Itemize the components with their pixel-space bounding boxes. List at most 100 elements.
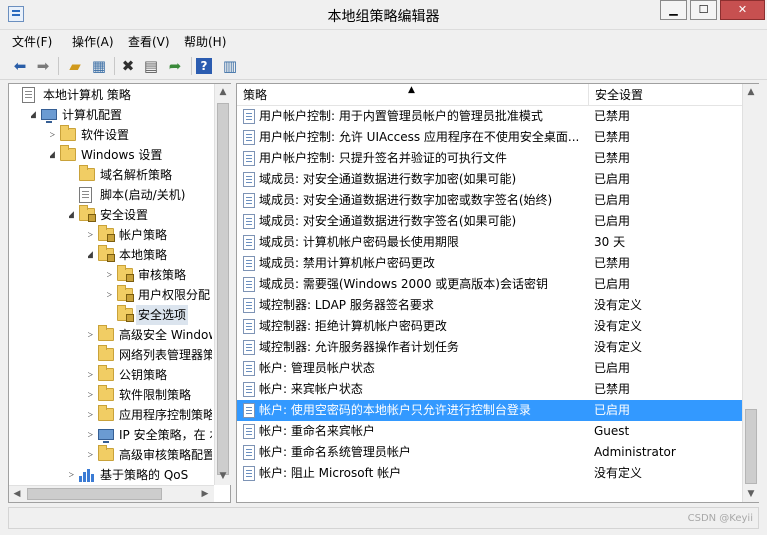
expand-arrow-icon[interactable]: ▷ <box>88 445 96 465</box>
policy-name: 域成员: 对安全通道数据进行数字加密或数字签名(始终) <box>259 193 553 207</box>
close-button[interactable]: ✕ <box>720 0 765 20</box>
policy-row[interactable]: 域控制器: LDAP 服务器签名要求 没有定义 <box>237 295 742 316</box>
expand-arrow-icon[interactable]: ▷ <box>69 465 77 485</box>
scroll-right-icon[interactable]: ▶ <box>197 486 213 502</box>
tree-item[interactable]: 安全选项 <box>107 305 212 325</box>
tree-item[interactable]: ▷ 软件限制策略 <box>88 385 212 405</box>
tree-item[interactable]: ▷ 高级审核策略配置 <box>88 445 212 465</box>
collapse-arrow-icon[interactable]: ◢ <box>50 145 58 165</box>
expand-arrow-icon[interactable]: ▷ <box>88 425 96 445</box>
show-hide-tree-icon[interactable]: ▦ <box>89 56 109 76</box>
policy-name: 帐户: 重命名来宾帐户 <box>259 424 375 438</box>
tree-item[interactable]: ▷ 软件设置 <box>50 125 212 145</box>
policy-row[interactable]: 帐户: 重命名系统管理员帐户 Administrator <box>237 442 742 463</box>
expand-arrow-icon[interactable]: ▷ <box>88 365 96 385</box>
policy-row[interactable]: 域成员: 对安全通道数据进行数字加密(如果可能) 已启用 <box>237 169 742 190</box>
policy-setting: 已禁用 <box>594 109 631 123</box>
tree-item[interactable]: 网络列表管理器策略 <box>88 345 212 365</box>
policy-row[interactable]: 域成员: 禁用计算机帐户密码更改 已禁用 <box>237 253 742 274</box>
policy-row[interactable]: 域控制器: 允许服务器操作者计划任务 没有定义 <box>237 337 742 358</box>
forward-icon[interactable]: ➡ <box>33 56 53 76</box>
policy-name: 域成员: 计算机帐户密码最长使用期限 <box>259 235 459 249</box>
tree-item[interactable]: ▷ 公钥策略 <box>88 365 212 385</box>
tree-item[interactable]: ◢ Windows 设置 <box>50 145 212 165</box>
tree-item[interactable]: ◢ 本地策略 <box>88 245 212 265</box>
scroll-left-icon[interactable]: ◀ <box>9 486 25 502</box>
view-icon[interactable]: ▥ <box>220 56 240 76</box>
tree-item[interactable]: ▷ 帐户策略 <box>88 225 212 245</box>
collapse-arrow-icon[interactable]: ◢ <box>69 205 77 225</box>
tree-item[interactable]: ▷ 高级安全 Windows <box>88 325 212 345</box>
tree-pane[interactable]: ▲ ▼ ◀ ▶ 本地计算机 策略 ◢ 计算机配置 ▷ 软件设置 ◢ Windows 设置 域名… <box>8 83 231 503</box>
expand-arrow-icon[interactable]: ▷ <box>107 285 115 305</box>
policy-row[interactable]: 帐户: 阻止 Microsoft 帐户 没有定义 <box>237 463 742 484</box>
policy-row[interactable]: 帐户: 来宾帐户状态 已禁用 <box>237 379 742 400</box>
policy-row[interactable]: 帐户: 重命名来宾帐户 Guest <box>237 421 742 442</box>
tree-hscroll-thumb[interactable] <box>27 488 162 500</box>
tree-item[interactable]: 脚本(启动/关机) <box>69 185 212 205</box>
policy-icon <box>243 382 255 397</box>
policy-row[interactable]: 用户帐户控制: 只提升签名并验证的可执行文件 已禁用 <box>237 148 742 169</box>
maximize-button[interactable]: ☐ <box>690 0 717 20</box>
policy-row[interactable]: 域成员: 对安全通道数据进行数字加密或数字签名(始终) 已启用 <box>237 190 742 211</box>
tree-item[interactable]: ▷ 审核策略 <box>107 265 212 285</box>
policy-row[interactable]: 域成员: 需要强(Windows 2000 或更高版本)会话密钥 已启用 <box>237 274 742 295</box>
list-scroll-thumb[interactable] <box>745 409 757 484</box>
tree-item[interactable]: ▷ 基于策略的 QoS <box>69 465 212 485</box>
collapse-arrow-icon[interactable]: ◢ <box>31 105 39 125</box>
delete-icon[interactable]: ✖ <box>118 56 138 76</box>
expand-arrow-icon[interactable]: ▷ <box>88 225 96 245</box>
expand-arrow-icon[interactable]: ▷ <box>50 125 58 145</box>
minimize-button[interactable]: ▁ <box>660 0 687 20</box>
policy-icon <box>243 256 255 271</box>
policy-row[interactable]: 帐户: 使用空密码的本地帐户只允许进行控制台登录 已启用 <box>237 400 742 421</box>
back-icon[interactable]: ⬅ <box>10 56 30 76</box>
menu-file[interactable]: 文件(F) <box>12 33 52 50</box>
document-icon <box>22 87 35 103</box>
scroll-down-icon[interactable]: ▼ <box>215 468 231 484</box>
properties-icon[interactable]: ▤ <box>141 56 161 76</box>
expand-arrow-icon[interactable]: ▷ <box>88 405 96 425</box>
policy-row[interactable]: 帐户: 管理员帐户状态 已启用 <box>237 358 742 379</box>
tree-scroll-thumb[interactable] <box>217 103 229 475</box>
policy-row[interactable]: 用户帐户控制: 用于内置管理员帐户的管理员批准模式 已禁用 <box>237 106 742 127</box>
policy-name: 域成员: 需要强(Windows 2000 或更高版本)会话密钥 <box>259 277 548 291</box>
window-title: 本地组策略编辑器 <box>327 9 440 25</box>
expand-arrow-icon[interactable]: ▷ <box>88 385 96 405</box>
help-icon[interactable]: ? <box>196 58 212 74</box>
tree-item[interactable]: ◢ 计算机配置 <box>31 105 212 125</box>
tree-horizontal-scrollbar[interactable]: ◀ ▶ <box>9 485 214 502</box>
policy-name: 帐户: 管理员帐户状态 <box>259 361 375 375</box>
export-icon[interactable]: ➦ <box>165 56 185 76</box>
list-vertical-scrollbar[interactable]: ▲ ▼ <box>742 84 759 502</box>
scroll-down-icon[interactable]: ▼ <box>743 486 759 502</box>
policy-list-pane[interactable]: 策略 ▲ 安全设置 ▲ ▼ 用户帐户控制: 用于内置管理员帐户的管理员批准模式已… <box>236 83 759 503</box>
expand-arrow-icon[interactable]: ▷ <box>88 325 96 345</box>
menu-view[interactable]: 查看(V) <box>128 33 170 50</box>
up-folder-icon[interactable]: ▰ <box>65 56 85 76</box>
tree-item[interactable]: ▷ 用户权限分配 <box>107 285 212 305</box>
collapse-arrow-icon[interactable]: ◢ <box>88 245 96 265</box>
policy-row[interactable]: 用户帐户控制: 允许 UIAccess 应用程序在不使用安全桌面... 已禁用 <box>237 127 742 148</box>
menu-help[interactable]: 帮助(H) <box>184 33 226 50</box>
policy-row[interactable]: 域成员: 对安全通道数据进行数字签名(如果可能) 已启用 <box>237 211 742 232</box>
policy-icon <box>243 130 255 145</box>
policy-row[interactable]: 域成员: 计算机帐户密码最长使用期限 30 天 <box>237 232 742 253</box>
tree-item[interactable]: 域名解析策略 <box>69 165 212 185</box>
column-header-policy[interactable]: 策略 ▲ <box>237 84 589 106</box>
expand-arrow-icon[interactable]: ▷ <box>107 265 115 285</box>
tree-item[interactable]: ▷ IP 安全策略，在 本 <box>88 425 212 445</box>
policy-row[interactable]: 域控制器: 拒绝计算机帐户密码更改 没有定义 <box>237 316 742 337</box>
tree-item[interactable]: ◢ 安全设置 <box>69 205 212 225</box>
tree-vertical-scrollbar[interactable]: ▲ ▼ <box>214 84 231 485</box>
tree-item[interactable]: 本地计算机 策略 <box>12 85 212 105</box>
chart-bars-icon <box>79 469 95 482</box>
column-header-setting[interactable]: 安全设置 <box>589 84 742 106</box>
tree-item[interactable]: ▷ 应用程序控制策略 <box>88 405 212 425</box>
menu-action[interactable]: 操作(A) <box>72 33 114 50</box>
scroll-up-icon[interactable]: ▲ <box>215 84 231 100</box>
tree-item-label: 软件限制策略 <box>119 388 192 402</box>
scroll-up-icon[interactable]: ▲ <box>743 84 759 100</box>
policy-icon <box>243 445 255 460</box>
toolbar-separator <box>114 57 115 75</box>
